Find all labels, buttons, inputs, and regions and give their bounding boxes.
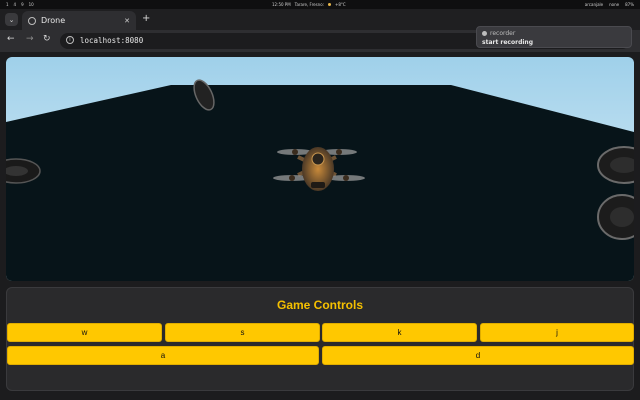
key-k-button[interactable]: k — [322, 323, 477, 342]
globe-icon — [28, 16, 36, 25]
workspace-9[interactable]: 9 — [21, 2, 24, 7]
system-tray: arcanjale none 87% — [585, 2, 634, 7]
workspace-indicators: 1 4 9 10 — [6, 2, 34, 7]
temperature: +8°C — [335, 2, 346, 7]
clock-weather: 12:50 PM Tarare, Fresno: +8°C — [272, 2, 346, 7]
key-d-button[interactable]: d — [322, 346, 634, 365]
back-arrow-icon[interactable]: ← — [7, 34, 15, 44]
tray-audio[interactable]: none — [609, 2, 619, 7]
new-tab-button[interactable]: + — [142, 13, 150, 25]
start-recording-button[interactable]: start recording — [482, 39, 533, 46]
forward-arrow-icon[interactable]: → — [26, 34, 34, 44]
key-j-button[interactable]: j — [480, 323, 634, 342]
recorder-title: recorder — [490, 30, 516, 37]
tray-user[interactable]: arcanjale — [585, 2, 603, 7]
tab-drone[interactable]: Drone ✕ — [22, 11, 136, 30]
game-canvas[interactable] — [6, 57, 634, 281]
tray-battery[interactable]: 87% — [625, 2, 634, 7]
controls-title: Game Controls — [276, 298, 363, 312]
workspace-10[interactable]: 10 — [29, 2, 34, 7]
key-w-button[interactable]: w — [7, 323, 162, 342]
weather-location: Tarare, Fresno: — [294, 2, 325, 7]
recorder-popup[interactable]: recorder start recording — [476, 26, 632, 48]
key-s-button[interactable]: s — [165, 323, 320, 342]
scene-render — [6, 57, 634, 281]
record-icon — [482, 31, 487, 36]
workspace-4[interactable]: 4 — [14, 2, 17, 7]
workspace-1[interactable]: 1 — [6, 2, 9, 7]
tab-title: Drone — [41, 16, 66, 25]
clock[interactable]: 12:50 PM — [272, 2, 291, 7]
url-text[interactable]: localhost:8080 — [80, 36, 143, 45]
info-icon[interactable]: i — [66, 36, 74, 44]
menu-chevron-icon[interactable]: ⌄ — [5, 13, 18, 26]
key-a-button[interactable]: a — [7, 346, 319, 365]
close-icon[interactable]: ✕ — [124, 17, 130, 25]
reload-icon[interactable]: ↻ — [43, 34, 51, 44]
sun-icon — [328, 3, 332, 6]
game-controls-panel: Game Controls w s k j a d — [6, 287, 634, 391]
os-top-bar: 1 4 9 10 12:50 PM Tarare, Fresno: +8°C a… — [0, 0, 640, 9]
recorder-header: recorder — [482, 30, 515, 37]
